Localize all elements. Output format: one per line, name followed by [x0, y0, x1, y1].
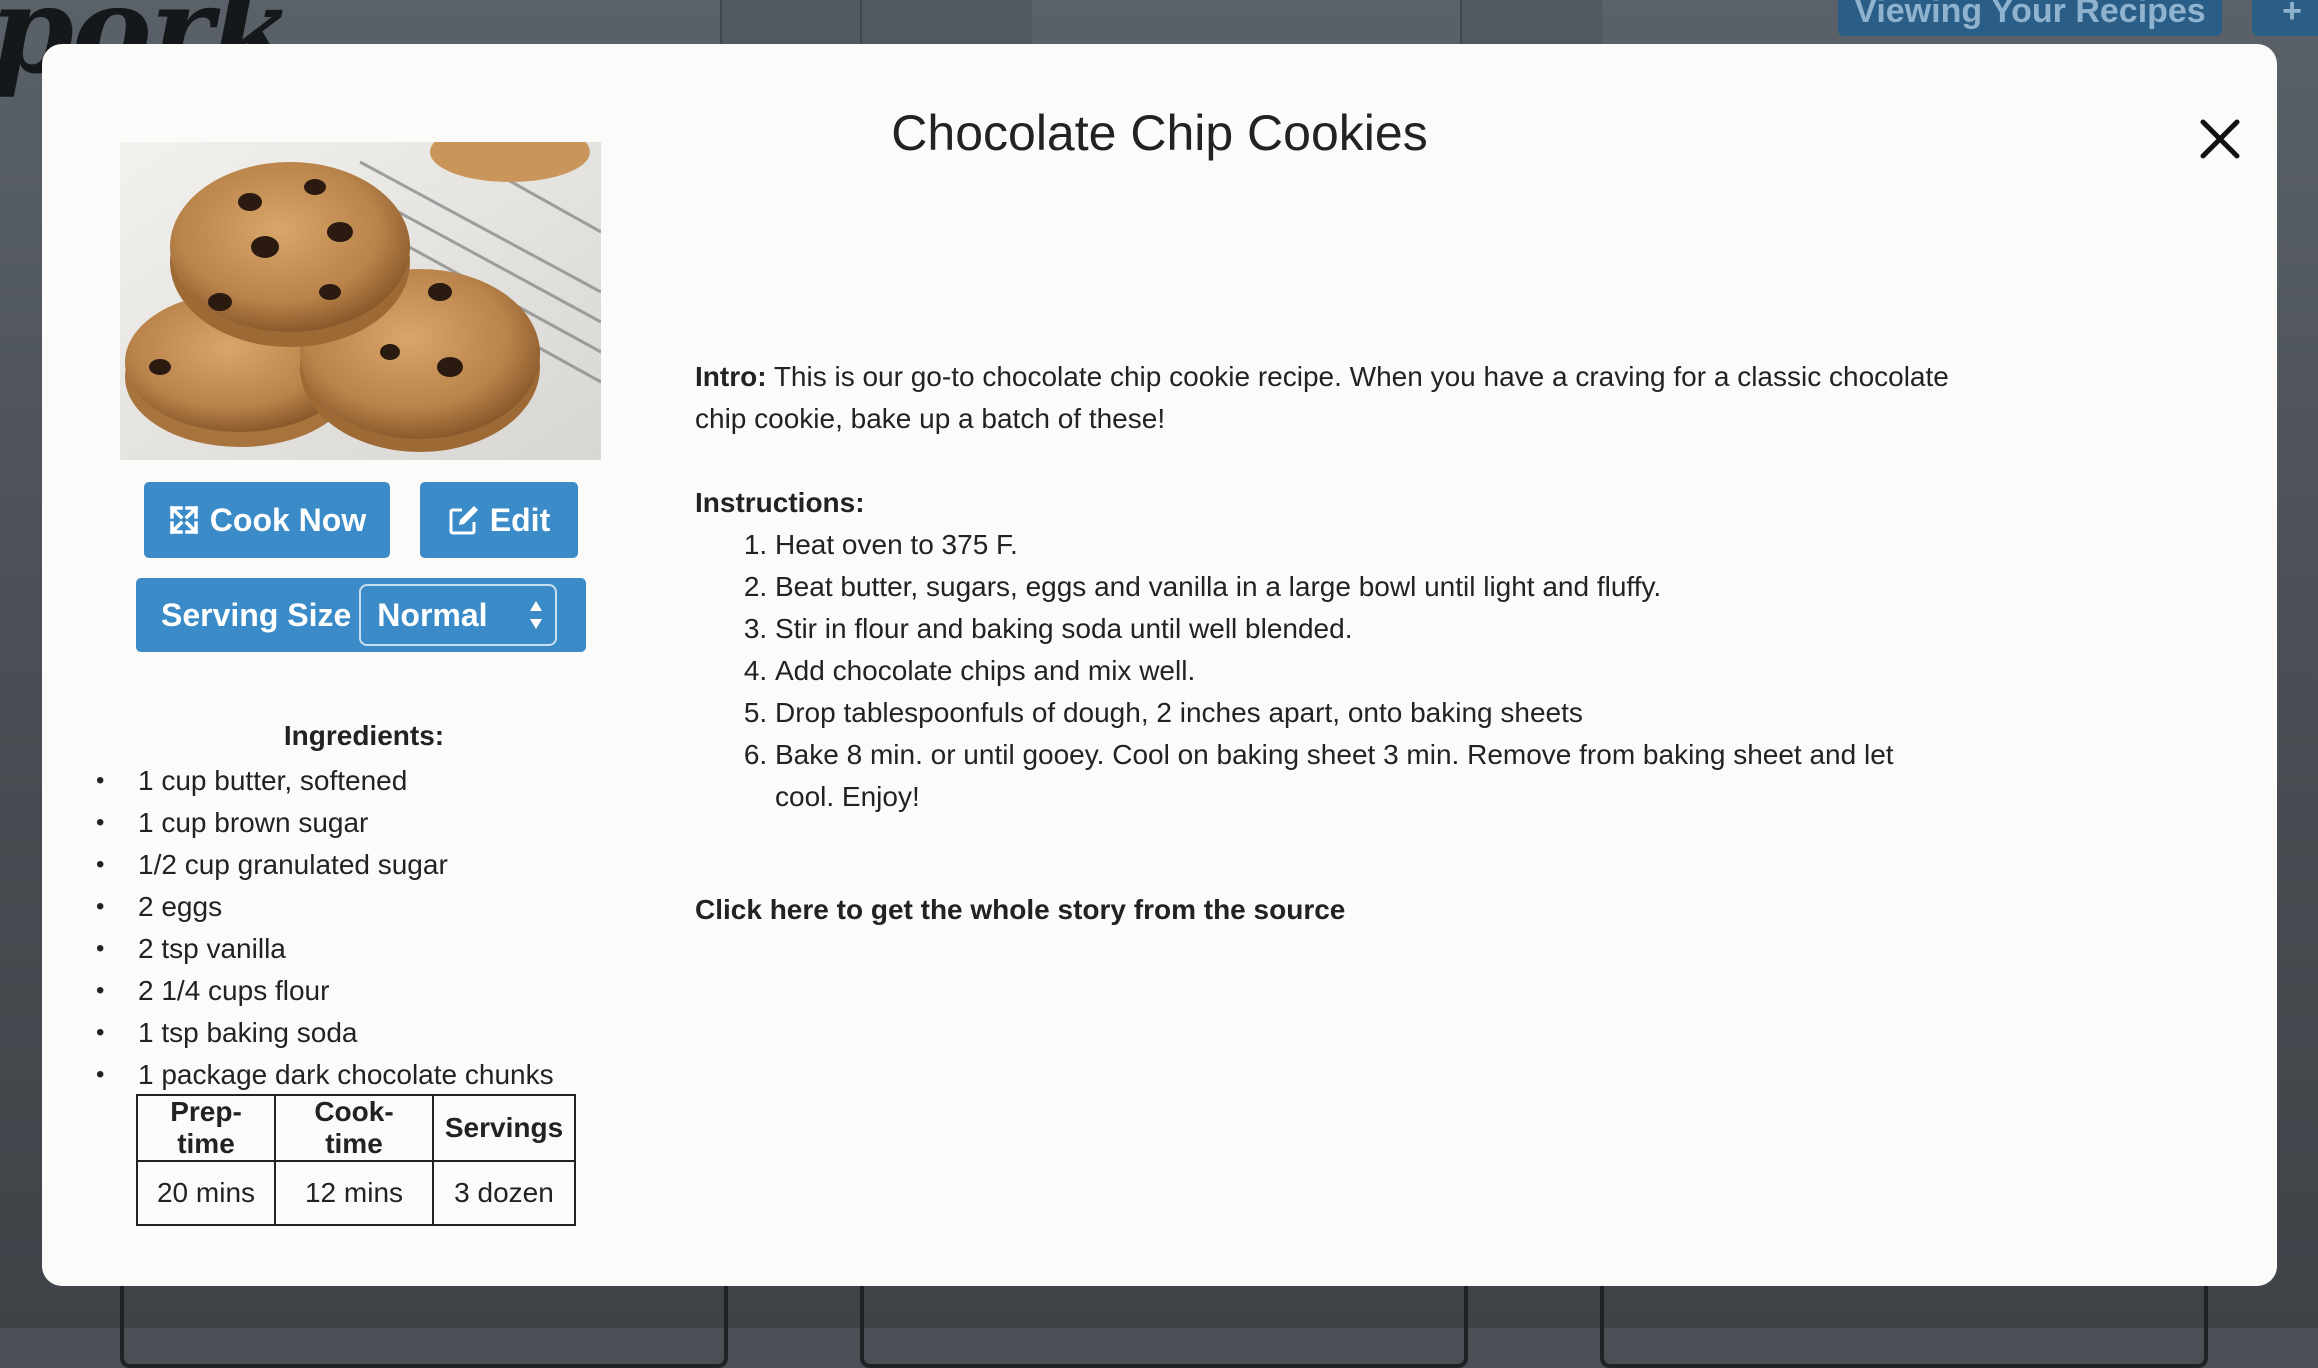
cookies-image [120, 142, 601, 460]
select-arrows-icon [530, 601, 543, 629]
add-recipe-button[interactable]: + [2252, 0, 2318, 36]
list-item: • 1/2 cup granulated sugar [96, 849, 448, 880]
serving-size-control: Serving Size Normal [136, 578, 586, 652]
recipe-modal: Chocolate Chip Cookies Cook Now Edit Ser… [42, 44, 2277, 1286]
viewing-recipes-button[interactable]: Viewing Your Recipes [1838, 0, 2222, 36]
servings-value: 3 dozen [432, 1160, 576, 1226]
cook-time-value: 12 mins [274, 1160, 434, 1226]
edit-label: Edit [489, 501, 551, 538]
bg-tile [1460, 0, 1602, 46]
close-button[interactable] [2195, 114, 2245, 164]
list-item: 6. Bake 8 min. or until gooey. Cool on b… [743, 739, 1894, 812]
list-item: 2. Beat butter, sugars, eggs and vanilla… [743, 571, 1662, 602]
cook-now-button[interactable]: Cook Now [144, 482, 390, 558]
ingredients-heading: Ingredients: [283, 720, 445, 751]
cook-now-label: Cook Now [209, 501, 367, 538]
bg-tile [720, 0, 862, 46]
edit-icon [449, 506, 478, 535]
list-item: 3. Stir in flour and baking soda until w… [743, 613, 1353, 644]
instructions-list: 1. Heat oven to 375 F. 2. Beat butter, s… [695, 524, 1955, 818]
table-header-row: Prep-time Cook-time Servings [136, 1094, 576, 1162]
list-item: • 1 package dark chocolate chunks [96, 1059, 554, 1090]
source-link[interactable]: Click here to get the whole story from t… [695, 894, 1345, 926]
intro-paragraph: Intro: This is our go-to chocolate chip … [695, 356, 1955, 440]
list-item: • 1 cup butter, softened [96, 765, 408, 796]
recipe-body: Intro: This is our go-to chocolate chip … [695, 356, 1955, 818]
prep-time-header: Prep-time [136, 1094, 276, 1162]
close-icon [2200, 119, 2240, 159]
serving-size-value: Normal [377, 596, 488, 633]
list-item: 4. Add chocolate chips and mix well. [743, 655, 1196, 686]
bg-tile [860, 0, 1032, 46]
list-item: • 1 cup brown sugar [96, 807, 369, 838]
prep-time-value: 20 mins [136, 1160, 276, 1226]
recipe-times-table: Prep-time Cook-time Servings 20 mins 12 … [136, 1094, 576, 1226]
list-item: 5. Drop tablespoonfuls of dough, 2 inche… [743, 697, 1583, 728]
list-item: • 2 tsp vanilla [96, 933, 286, 964]
expand-icon [169, 505, 199, 535]
serving-size-label: Serving Size [161, 596, 352, 633]
list-item: • 2 1/4 cups flour [96, 975, 330, 1006]
cook-time-header: Cook-time [274, 1094, 434, 1162]
servings-header: Servings [432, 1094, 576, 1162]
table-row: 20 mins 12 mins 3 dozen [136, 1160, 576, 1226]
instructions-heading: Instructions: [695, 487, 865, 518]
serving-size-select[interactable]: Normal [359, 584, 558, 646]
intro-label: Intro: [695, 361, 767, 392]
edit-button[interactable]: Edit [420, 482, 578, 558]
list-item: 1. Heat oven to 375 F. [743, 529, 1018, 560]
list-item: • 2 eggs [96, 891, 223, 922]
recipe-photo [120, 142, 601, 460]
ingredients-list: • 1 cup butter, softened • 1 cup brown sug… [90, 760, 554, 1096]
intro-text: This is our go-to chocolate chip cookie … [695, 361, 1949, 434]
list-item: • 1 tsp baking soda [96, 1017, 358, 1048]
